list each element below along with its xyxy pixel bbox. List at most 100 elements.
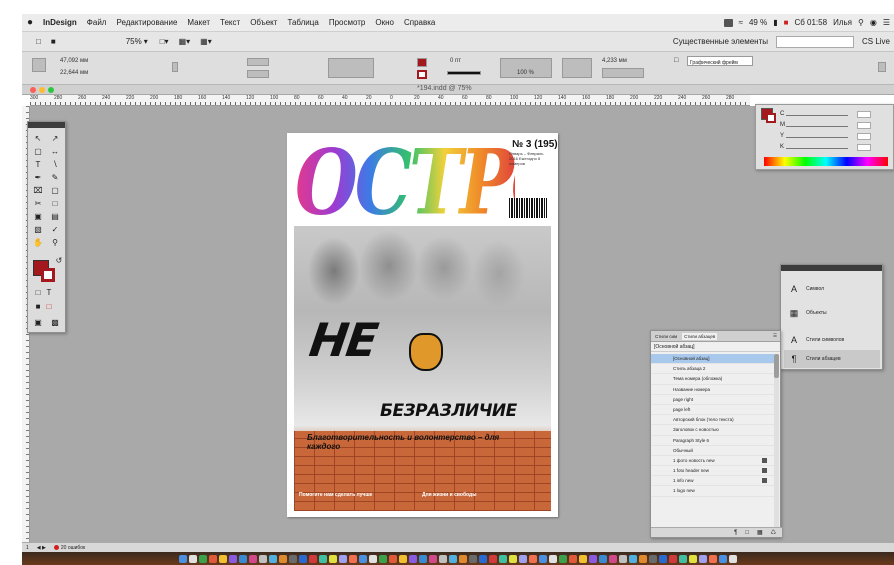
preflight-status[interactable]: 20 ошибок — [53, 545, 85, 551]
dock-app-icon[interactable] — [529, 554, 537, 563]
list-item[interactable]: Авторский блок (тело текста) — [651, 415, 774, 426]
dock-app-icon[interactable] — [659, 554, 667, 563]
slider-k-value[interactable] — [857, 144, 871, 151]
menu-help[interactable]: Справка — [399, 18, 440, 27]
list-item[interactable]: Название номера — [651, 385, 774, 395]
headline-ne[interactable]: НЕ — [306, 313, 380, 367]
dock-app-icon[interactable] — [469, 554, 477, 563]
app-status-icon[interactable] — [723, 18, 733, 27]
list-item[interactable]: [Основной абзац] — [651, 354, 774, 365]
dock-item-objects[interactable]: ▦ Объекты — [784, 304, 880, 322]
dock-item-paragraph-styles[interactable]: ¶ Стили абзацев — [784, 350, 880, 368]
battery-icon[interactable]: ▮ — [773, 18, 777, 27]
stroke-color-icon[interactable] — [41, 268, 55, 282]
tab-character-styles[interactable]: Стили сим — [653, 333, 679, 340]
list-item[interactable]: page left — [651, 405, 774, 416]
dock-app-icon[interactable] — [729, 554, 737, 563]
horizontal-ruler[interactable]: 300 280 260 240 220 200 180 160 140 120 100 80 60 40 2… — [30, 95, 750, 106]
dock-app-icon[interactable] — [389, 554, 397, 563]
dock-app-icon[interactable] — [679, 554, 687, 563]
apple-icon[interactable]: ● — [22, 17, 38, 28]
dock-app-icon[interactable] — [269, 554, 277, 563]
hand-tool-icon[interactable]: ✋ — [31, 238, 45, 248]
issue-info[interactable]: Январь – Февраль 2016 Ежегодно 8 номеров — [509, 151, 553, 166]
swap-colors-icon[interactable]: ↺ — [52, 256, 66, 266]
menu-type[interactable]: Текст — [215, 18, 245, 27]
page-tool-icon[interactable]: ▢ — [31, 147, 45, 157]
dock-app-icon[interactable] — [569, 554, 577, 563]
dock-app-icon[interactable] — [599, 554, 607, 563]
user-name[interactable]: Илья — [833, 18, 852, 27]
dock-app-icon[interactable] — [719, 554, 727, 563]
dock-app-icon[interactable] — [329, 554, 337, 563]
dock-app-icon[interactable] — [309, 554, 317, 563]
dock-app-icon[interactable] — [439, 554, 447, 563]
clear-overrides-icon[interactable]: ¶ — [734, 530, 737, 536]
dock-app-icon[interactable] — [459, 554, 467, 563]
dock-app-icon[interactable] — [319, 554, 327, 563]
screen-mode-icon[interactable]: ▦▾ — [179, 37, 191, 46]
list-item[interactable]: 1 foto header new — [651, 466, 774, 477]
list-item[interactable]: Заголовок с новостью — [651, 425, 774, 436]
menu-view[interactable]: Просмотр — [324, 18, 371, 27]
rotate-field[interactable] — [247, 70, 269, 78]
color-stroke-swatch[interactable] — [766, 113, 776, 123]
dock-app-icon[interactable] — [339, 554, 347, 563]
opacity-field[interactable]: 100 % — [517, 70, 534, 76]
dock-app-icon[interactable] — [669, 554, 677, 563]
direct-selection-tool-icon[interactable]: ↗ — [48, 134, 62, 144]
footer-right-text[interactable]: Для жизни и свободы — [422, 492, 532, 498]
formatting-text-icon[interactable]: T — [42, 288, 56, 298]
menu-window[interactable]: Окно — [370, 18, 399, 27]
dock-app-icon[interactable] — [509, 554, 517, 563]
minibridge-icon[interactable]: ■ — [51, 37, 56, 46]
gradient-feather-tool-icon[interactable]: ▤ — [48, 212, 62, 222]
control-menu-icon[interactable] — [878, 62, 886, 72]
footer-left-text[interactable]: Помогите нам сделать лучше — [299, 492, 411, 498]
dock-app-icon[interactable] — [489, 554, 497, 563]
wrap-icons[interactable] — [602, 68, 644, 78]
fill-swatch[interactable] — [417, 58, 427, 67]
gap-tool-icon[interactable]: ↔ — [48, 147, 62, 157]
pencil-tool-icon[interactable]: ✎ — [48, 173, 62, 183]
stroke-measure-field[interactable]: 4,233 мм — [602, 58, 627, 64]
dock-app-icon[interactable] — [689, 554, 697, 563]
pen-tool-icon[interactable]: ✒ — [31, 173, 45, 183]
bridge-icon[interactable]: □ — [36, 37, 41, 46]
list-item[interactable]: 1 info new — [651, 476, 774, 487]
headline-bezrazlichie[interactable]: БЕЗРАЗЛИЧИЕ — [380, 401, 517, 421]
dock-app-icon[interactable] — [649, 554, 657, 563]
help-search-input[interactable] — [775, 35, 854, 48]
y-field[interactable]: 22,644 мм — [60, 70, 88, 76]
page-number-field[interactable]: 1 — [26, 545, 29, 551]
close-button[interactable] — [30, 87, 36, 93]
flag-icon[interactable]: ■ — [784, 18, 789, 27]
zoom-dropdown-icon[interactable]: ▾ — [144, 37, 148, 46]
eyedropper-tool-icon[interactable]: ✓ — [48, 225, 62, 235]
dock-app-icon[interactable] — [519, 554, 527, 563]
list-item[interactable]: Обычный — [651, 446, 774, 456]
dock-app-icon[interactable] — [639, 554, 647, 563]
dock-app-icon[interactable] — [279, 554, 287, 563]
list-item[interactable]: 1 logo new — [651, 486, 774, 497]
selection-tool-icon[interactable]: ↖ — [31, 134, 45, 144]
free-transform-tool-icon[interactable]: □ — [48, 199, 62, 209]
menu-file[interactable]: Файл — [82, 18, 112, 27]
stroke-weight-field[interactable]: 0 пт — [450, 58, 461, 64]
dock-app-icon[interactable] — [209, 554, 217, 563]
subheadline[interactable]: Благотворительность и волонтерство – для… — [307, 433, 507, 451]
siri-icon[interactable]: ◉ — [870, 18, 877, 27]
list-item[interactable]: page right — [651, 395, 774, 405]
dock-app-icon[interactable] — [539, 554, 547, 563]
slider-y[interactable] — [786, 137, 848, 138]
note-tool-icon[interactable]: ▧ — [31, 225, 45, 235]
slider-y-value[interactable] — [857, 133, 871, 140]
zoom-level[interactable]: 75% — [126, 37, 142, 46]
rectangle-frame-tool-icon[interactable]: ⌧ — [31, 186, 45, 196]
gradient-swatch-tool-icon[interactable]: ▣ — [31, 212, 45, 222]
dock-app-icon[interactable] — [249, 554, 257, 563]
line-tool-icon[interactable]: ∖ — [48, 160, 62, 170]
zoom-tool-icon[interactable]: ⚲ — [48, 238, 62, 248]
scissors-tool-icon[interactable]: ✂ — [31, 199, 45, 209]
dock-app-icon[interactable] — [549, 554, 557, 563]
